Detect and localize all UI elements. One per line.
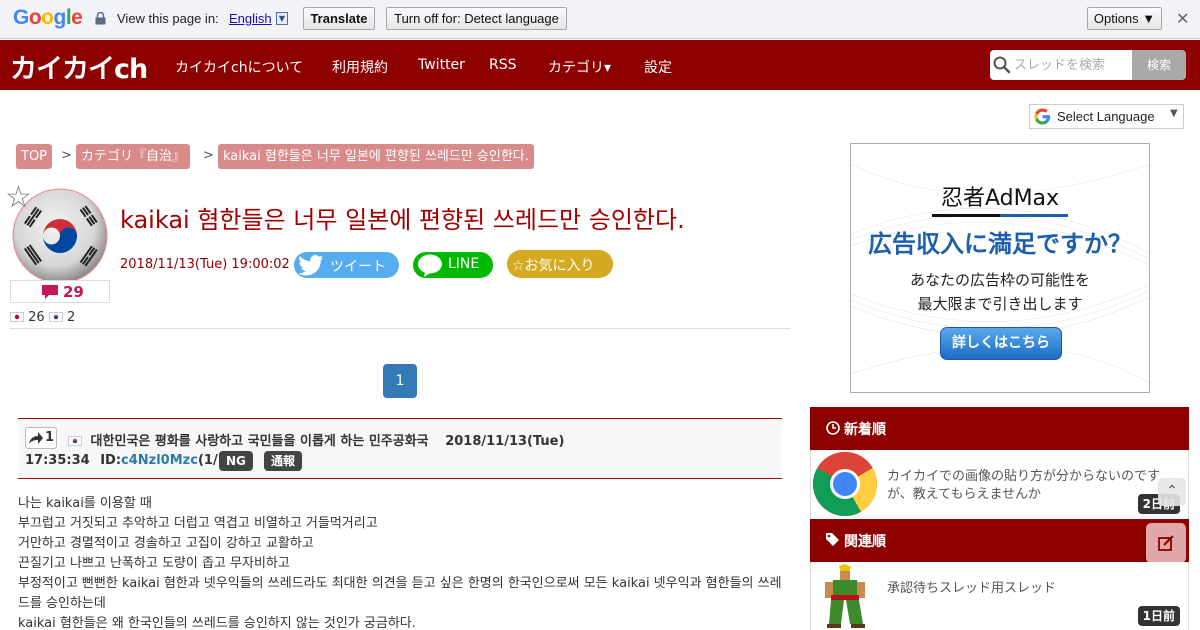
search-box [990,50,1133,80]
breadcrumb-separator: > [61,148,72,163]
view-page-label: View this page in: [117,11,219,26]
japan-count: 26 [28,310,45,325]
sidebar-item-age: 1日前 [1137,606,1180,626]
google-logo: Google [13,6,83,29]
site-logo[interactable]: カイカイch [10,47,148,86]
sidebar-item-title: 承認待ちスレッド用スレッド [887,581,1057,596]
comment-icon [42,285,58,299]
sidebar-related-item[interactable]: 承認待ちスレッド用スレッド 1日前 [810,562,1189,630]
post-author: 대한민국은 평화를 사랑하고 국민들을 이롭게 하는 민주공화국 [90,434,429,449]
lock-icon [95,12,106,25]
chrome-icon [813,452,877,516]
options-button[interactable]: Options ▼ [1087,7,1162,30]
ad-cta-button[interactable]: 詳しくはこちら [940,327,1062,360]
report-button[interactable]: 通報 [264,451,303,471]
edit-icon [1158,535,1174,551]
translate-button[interactable]: Translate [303,7,375,30]
nav-rss[interactable]: RSS [489,57,517,73]
pagination-page-1[interactable]: 1 [383,364,417,398]
favorite-button[interactable]: ☆お気に入り [507,250,613,278]
post-line: 부정적이고 뻔뻔한 kaikai 혐한과 넷우익들의 쓰레드라도 최대한 의견을… [18,576,782,611]
breadcrumb-category[interactable]: カテゴリ『自治』 [76,144,191,169]
japan-flag-icon [10,312,24,322]
sidebar-related-heading: 関連順 [810,519,1189,562]
post-line: 나는 kaikai를 이용할 때 [18,496,152,511]
clock-icon [826,421,840,435]
thread-title: kaikai 혐한들은 너무 일본에 편향된 쓰레드만 승인한다. [120,206,685,234]
fighter-image [811,562,879,630]
breadcrumb-separator: > [203,148,214,163]
post-body: 나는 kaikai를 이용할 때 부끄럽고 거짓되고 추악하고 더럽고 역겹고 … [18,494,788,630]
post-time: 17:35:34 [25,453,90,468]
ng-button[interactable]: NG [219,451,253,471]
nav-terms[interactable]: 利用規約 [332,57,388,77]
post-line: 부끄럽고 거짓되고 추악하고 더럽고 역겹고 비열하고 거들먹거리고 [18,516,378,531]
post-id-line: 17:35:34 ID:c4Nzl0Mzc(1/1) [25,453,233,468]
line-label: LINE [448,256,480,272]
twitter-bird-icon [298,255,323,276]
edit-button[interactable] [1146,523,1186,563]
favorite-label: ☆お気に入り [512,258,595,274]
breadcrumb-top[interactable]: TOP [16,144,53,169]
ad-logo: 忍者AdMax [851,180,1149,217]
reply-count-badge: 29 [10,280,110,303]
tags-icon [826,533,839,546]
post-date: 2018/11/13(Tue) [445,434,565,449]
post-line: 끈질기고 나쁘고 난폭하고 도량이 좁고 무자비하고 [18,556,290,571]
back-to-top-button[interactable]: ⌃ [1158,478,1186,506]
language-link[interactable]: English [229,11,272,26]
breadcrumb-thread[interactable]: kaikai 혐한들은 너무 일본에 편향된 쓰레드만 승인한다. [218,144,534,169]
post-number: 1 [45,430,55,445]
turn-off-button[interactable]: Turn off for: Detect language [386,7,567,30]
korea-flag-icon [68,436,82,446]
google-g-icon [1034,108,1051,125]
post-line: kaikai 혐한들은 왜 한국인들의 쓰레드를 승인하지 않는 것인가 궁금하… [18,616,416,630]
post-header: 1 대한민국은 평화를 사랑하고 국민들을 이롭게 하는 민주공화국 2018/… [18,418,782,479]
site-header: カイカイch カイカイchについて 利用規約 Twitter RSS カテゴリ▾… [0,40,1200,90]
line-icon [418,254,442,277]
tweet-label: ツイート [330,259,386,275]
nav-settings[interactable]: 設定 [644,57,672,77]
tweet-button[interactable]: ツイート [294,252,399,278]
reply-button[interactable]: 1 [25,427,57,449]
ad-headline: 広告収入に満足ですか？ [868,230,1132,258]
language-dropdown-icon[interactable]: ▼ [276,12,288,25]
post-id-prefix: ID: [100,453,122,468]
korea-flag-icon [48,312,63,322]
reply-arrow-icon [29,432,43,444]
sidebar-new-heading: 新着順 [810,407,1189,450]
favorite-star-icon[interactable]: ☆ [5,183,32,213]
nav-about[interactable]: カイカイchについて [175,57,303,77]
advertisement[interactable]: 忍者AdMax 広告収入に満足ですか？ あなたの広告枠の可能性を 最大限まで引き… [850,143,1150,393]
post-id-link[interactable]: c4Nzl0Mzc [121,453,198,468]
translate-bar: Google View this page in: English ▼ Tran… [0,0,1200,39]
ad-subtext: あなたの広告枠の可能性を 最大限まで引き出します [909,271,1090,313]
divider [10,328,790,329]
thread-date: 2018/11/13(Tue) 19:00:02 [120,257,290,272]
search-button[interactable]: 検索 [1132,50,1186,80]
select-language-label: Select Language [1057,109,1155,124]
country-counts: 26 2 [10,310,75,325]
nav-twitter[interactable]: Twitter [418,57,465,73]
post-author-line: 대한민국은 평화를 사랑하고 국민들을 이롭게 하는 민주공화국 2018/11… [68,430,564,449]
close-icon[interactable]: ✕ [1176,9,1189,28]
chevron-down-icon: ▼ [1170,108,1178,119]
sidebar-new-item[interactable]: カイカイでの画像の貼り方が分からないのですが、教えてもらえませんか 2日前 [810,450,1189,520]
post-line: 거만하고 경멸적이고 경솔하고 고집이 강하고 교활하고 [18,536,314,551]
line-button[interactable]: LINE [413,252,493,278]
search-icon [993,56,1011,74]
nav-category[interactable]: カテゴリ▾ [548,57,611,77]
select-language-dropdown[interactable]: Select Language ▼ [1029,104,1184,129]
korea-count: 2 [66,310,76,325]
reply-count: 29 [63,283,84,301]
search-input[interactable] [1014,50,1132,80]
